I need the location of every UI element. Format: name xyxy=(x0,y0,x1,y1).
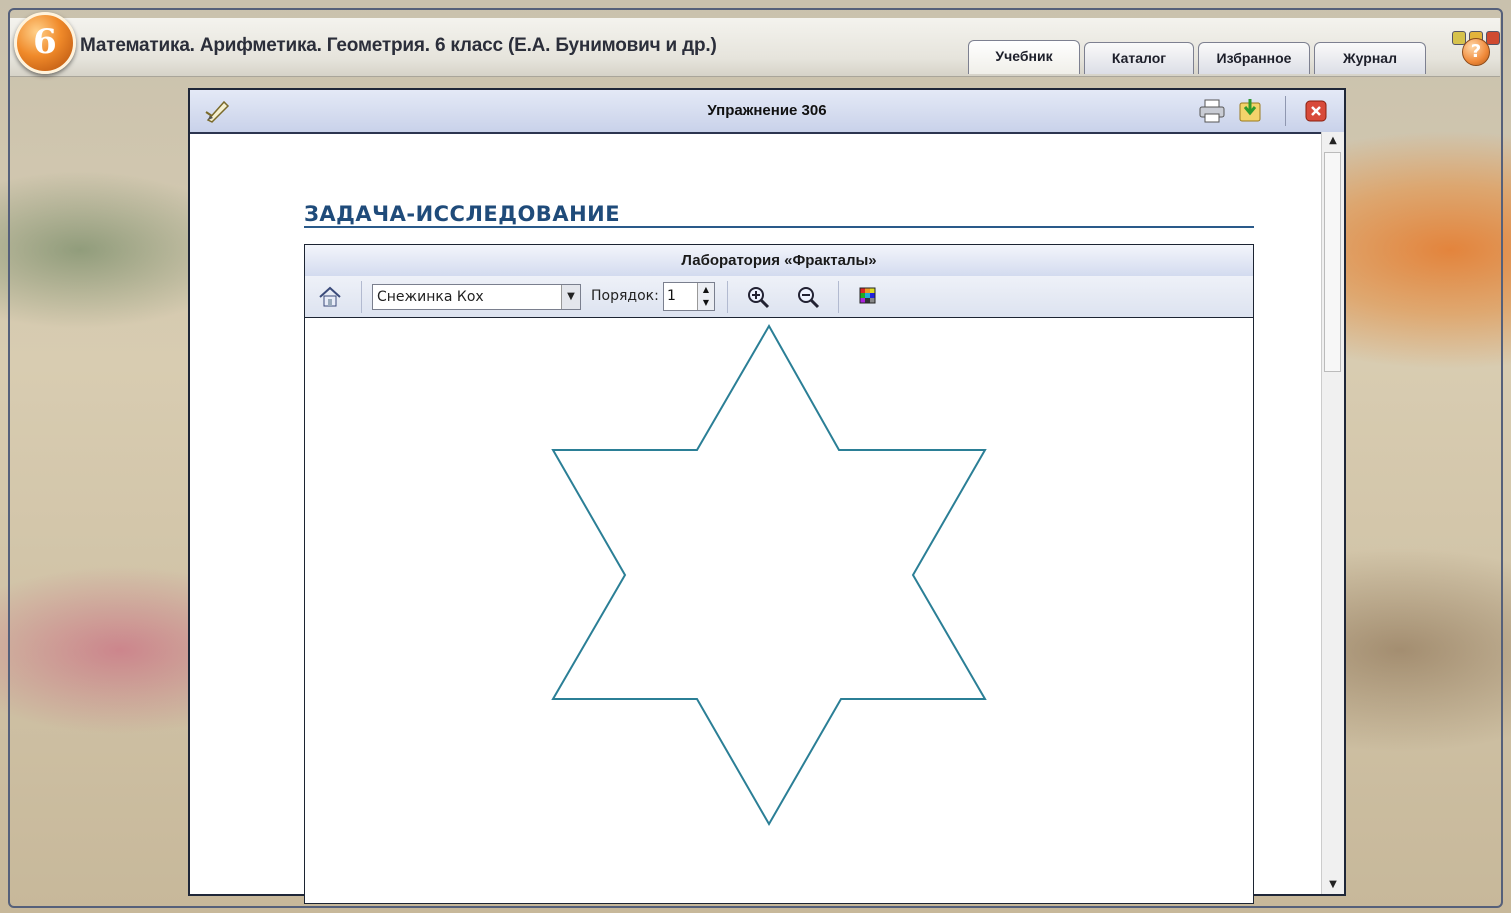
fractal-type-select[interactable]: Снежинка Кох ▼ xyxy=(372,284,581,310)
content-window: Упражнение 306 ЗАДАЧА-ИССЛЕДОВАНИЕ Лабор… xyxy=(188,88,1346,904)
palette-icon[interactable] xyxy=(855,284,881,310)
order-spin-buttons[interactable]: ▲ ▼ xyxy=(697,283,714,310)
print-icon[interactable] xyxy=(1198,98,1226,124)
header-divider xyxy=(1285,96,1286,126)
close-icon[interactable] xyxy=(1305,100,1327,122)
chevron-down-icon[interactable]: ▼ xyxy=(561,285,580,309)
lab-title: Лаборатория «Фракталы» xyxy=(305,245,1253,277)
content-header: Упражнение 306 xyxy=(190,90,1344,134)
app-title: Математика. Арифметика. Геометрия. 6 кла… xyxy=(80,35,717,56)
tab-textbook[interactable]: Учебник xyxy=(968,40,1080,74)
toolbar-divider xyxy=(361,281,362,313)
fractal-canvas[interactable] xyxy=(305,318,1253,903)
lab-toolbar: Снежинка Кох ▼ Порядок: 1 ▲ ▼ xyxy=(305,276,1253,318)
tab-favorites[interactable]: Избранное xyxy=(1198,42,1310,74)
tab-catalog[interactable]: Каталог xyxy=(1084,42,1194,74)
order-label: Порядок: xyxy=(591,288,659,304)
section-heading: ЗАДАЧА-ИССЛЕДОВАНИЕ xyxy=(304,202,621,226)
order-stepper[interactable]: 1 ▲ ▼ xyxy=(663,282,715,311)
scroll-down-icon[interactable]: ▼ xyxy=(1322,876,1344,894)
scroll-thumb[interactable] xyxy=(1324,152,1341,372)
vertical-scrollbar[interactable]: ▲ ▼ xyxy=(1321,132,1344,894)
zoom-out-icon[interactable] xyxy=(795,284,821,310)
exercise-title: Упражнение 306 xyxy=(707,102,827,119)
toolbar-divider xyxy=(727,281,728,313)
home-icon[interactable] xyxy=(317,284,343,310)
toolbar-divider xyxy=(838,281,839,313)
help-icon[interactable]: ? xyxy=(1462,38,1490,66)
fractal-lab-panel: Лаборатория «Фракталы» Снежинка Кох ▼ По… xyxy=(304,244,1254,904)
save-icon[interactable] xyxy=(1237,97,1263,123)
koch-snowflake-drawing xyxy=(551,323,987,827)
scroll-up-icon[interactable]: ▲ xyxy=(1322,132,1344,150)
grade-badge: 6 xyxy=(14,12,76,74)
koch-snowflake-shape xyxy=(551,323,987,827)
zoom-in-icon[interactable] xyxy=(745,284,771,310)
app-window: 6 Математика. Арифметика. Геометрия. 6 к… xyxy=(0,0,1511,913)
spin-down-icon[interactable]: ▼ xyxy=(698,296,714,309)
close-window-button[interactable] xyxy=(1486,31,1500,45)
order-value: 1 xyxy=(667,288,676,304)
spin-up-icon[interactable]: ▲ xyxy=(698,283,714,296)
heading-rule xyxy=(304,226,1254,228)
fractal-type-value: Снежинка Кох xyxy=(377,289,484,305)
tab-journal[interactable]: Журнал xyxy=(1314,42,1426,74)
